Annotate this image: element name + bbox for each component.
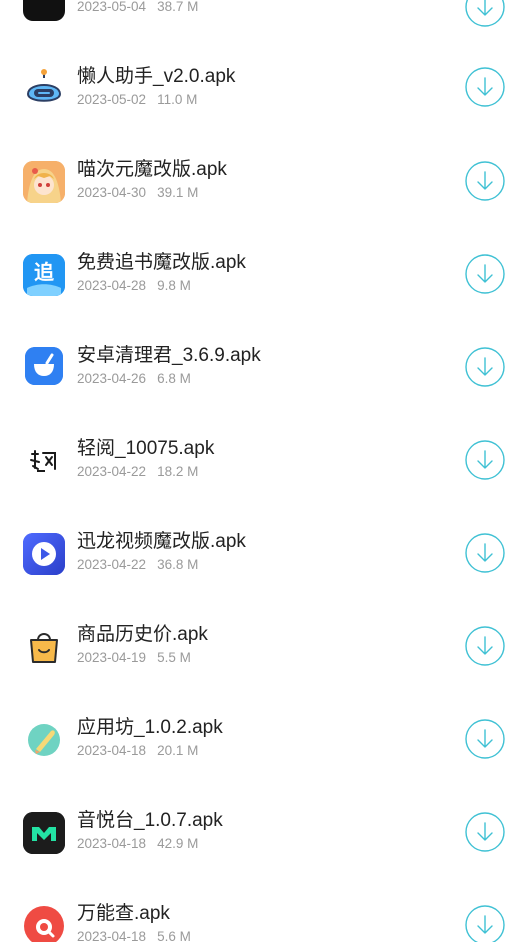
shopping-bag-icon xyxy=(23,626,65,668)
list-item[interactable]: 轻阅_10075.apk 2023-04-22 18.2 M xyxy=(0,414,529,507)
file-date: 2023-05-02 xyxy=(77,92,147,107)
download-icon[interactable] xyxy=(465,440,505,480)
download-icon[interactable] xyxy=(465,719,505,759)
file-size: 9.8 M xyxy=(157,278,191,293)
file-name: 应用坊_1.0.2.apk xyxy=(77,717,223,738)
download-icon[interactable] xyxy=(465,533,505,573)
file-name: 懒人助手_v2.0.apk xyxy=(77,66,236,87)
svg-text:追: 追 xyxy=(34,260,54,284)
file-size: 18.2 M xyxy=(157,464,199,479)
file-size: 11.0 M xyxy=(157,92,198,107)
file-meta: 2023-04-22 36.8 M xyxy=(77,557,198,573)
anime-girl-icon xyxy=(23,161,65,203)
download-icon[interactable] xyxy=(465,626,505,666)
download-icon[interactable] xyxy=(465,812,505,852)
file-size: 5.6 M xyxy=(157,929,191,942)
download-icon[interactable] xyxy=(465,905,505,942)
file-date: 2023-04-19 xyxy=(77,650,147,665)
file-meta: 2023-04-22 18.2 M xyxy=(77,464,198,480)
download-icon[interactable] xyxy=(465,347,505,387)
list-item[interactable]: 万能查.apk 2023-04-18 5.6 M xyxy=(0,879,529,942)
list-item[interactable]: 音悦台_1.0.7.apk 2023-04-18 42.9 M xyxy=(0,786,529,879)
file-meta: 2023-05-02 11.0 M xyxy=(77,92,197,108)
file-name: 商品历史价.apk xyxy=(77,624,208,645)
list-item[interactable]: 商品历史价.apk 2023-04-19 5.5 M xyxy=(0,600,529,693)
file-date: 2023-04-22 xyxy=(77,557,147,572)
file-meta: 2023-04-28 9.8 M xyxy=(77,278,191,294)
app-workshop-icon xyxy=(23,719,65,761)
file-name: 迅龙视频魔改版.apk xyxy=(77,531,246,552)
list-item[interactable]: 喵次元魔改版.apk 2023-04-30 39.1 M xyxy=(0,135,529,228)
qingyue-calligraphy-icon xyxy=(23,440,65,482)
download-icon[interactable] xyxy=(465,161,505,201)
list-item[interactable]: 应用坊_1.0.2.apk 2023-04-18 20.1 M xyxy=(0,693,529,786)
file-date: 2023-04-30 xyxy=(77,185,147,200)
robot-icon xyxy=(23,68,65,110)
file-size: 36.8 M xyxy=(157,557,199,572)
file-list: 2023-05-04 38.7 M 懒人助手_v2.0.apk 2023-05-0… xyxy=(0,0,529,942)
file-name: 免费追书魔改版.apk xyxy=(77,252,246,273)
file-meta: 2023-05-04 38.7 M xyxy=(77,0,198,15)
file-date: 2023-04-18 xyxy=(77,929,147,942)
download-icon[interactable] xyxy=(465,254,505,294)
cleaner-icon xyxy=(25,347,63,385)
file-size: 5.5 M xyxy=(157,650,191,665)
file-size: 38.7 M xyxy=(157,0,199,14)
file-meta: 2023-04-30 39.1 M xyxy=(77,185,198,201)
file-date: 2023-04-26 xyxy=(77,371,147,386)
download-icon[interactable] xyxy=(465,0,505,27)
file-meta: 2023-04-18 5.6 M xyxy=(77,929,191,942)
file-meta: 2023-04-18 42.9 M xyxy=(77,836,198,852)
file-name: 轻阅_10075.apk xyxy=(77,438,215,459)
file-size: 6.8 M xyxy=(157,371,191,386)
file-meta: 2023-04-19 5.5 M xyxy=(77,650,191,666)
play-icon xyxy=(23,533,65,575)
file-date: 2023-04-22 xyxy=(77,464,147,479)
file-size: 39.1 M xyxy=(157,185,199,200)
yellow-app-icon xyxy=(23,0,65,21)
m-logo-icon xyxy=(23,812,65,854)
list-item[interactable]: 追 免费追书魔改版.apk 2023-04-28 9.8 M xyxy=(0,228,529,321)
file-date: 2023-04-18 xyxy=(77,836,147,851)
list-item[interactable]: 懒人助手_v2.0.apk 2023-05-02 11.0 M xyxy=(0,42,529,135)
file-name: 万能查.apk xyxy=(77,903,170,924)
file-meta: 2023-04-18 20.1 M xyxy=(77,743,198,759)
search-shield-icon xyxy=(23,905,65,942)
file-name: 安卓清理君_3.6.9.apk xyxy=(77,345,261,366)
file-size: 42.9 M xyxy=(157,836,199,851)
file-date: 2023-05-04 xyxy=(77,0,147,14)
file-name: 喵次元魔改版.apk xyxy=(77,159,227,180)
file-date: 2023-04-28 xyxy=(77,278,147,293)
file-size: 20.1 M xyxy=(157,743,199,758)
zhui-book-icon: 追 xyxy=(23,254,65,296)
file-meta: 2023-04-26 6.8 M xyxy=(77,371,191,387)
list-item[interactable]: 安卓清理君_3.6.9.apk 2023-04-26 6.8 M xyxy=(0,321,529,414)
list-item[interactable]: 迅龙视频魔改版.apk 2023-04-22 36.8 M xyxy=(0,507,529,600)
file-name: 音悦台_1.0.7.apk xyxy=(77,810,223,831)
file-date: 2023-04-18 xyxy=(77,743,147,758)
download-icon[interactable] xyxy=(465,67,505,107)
